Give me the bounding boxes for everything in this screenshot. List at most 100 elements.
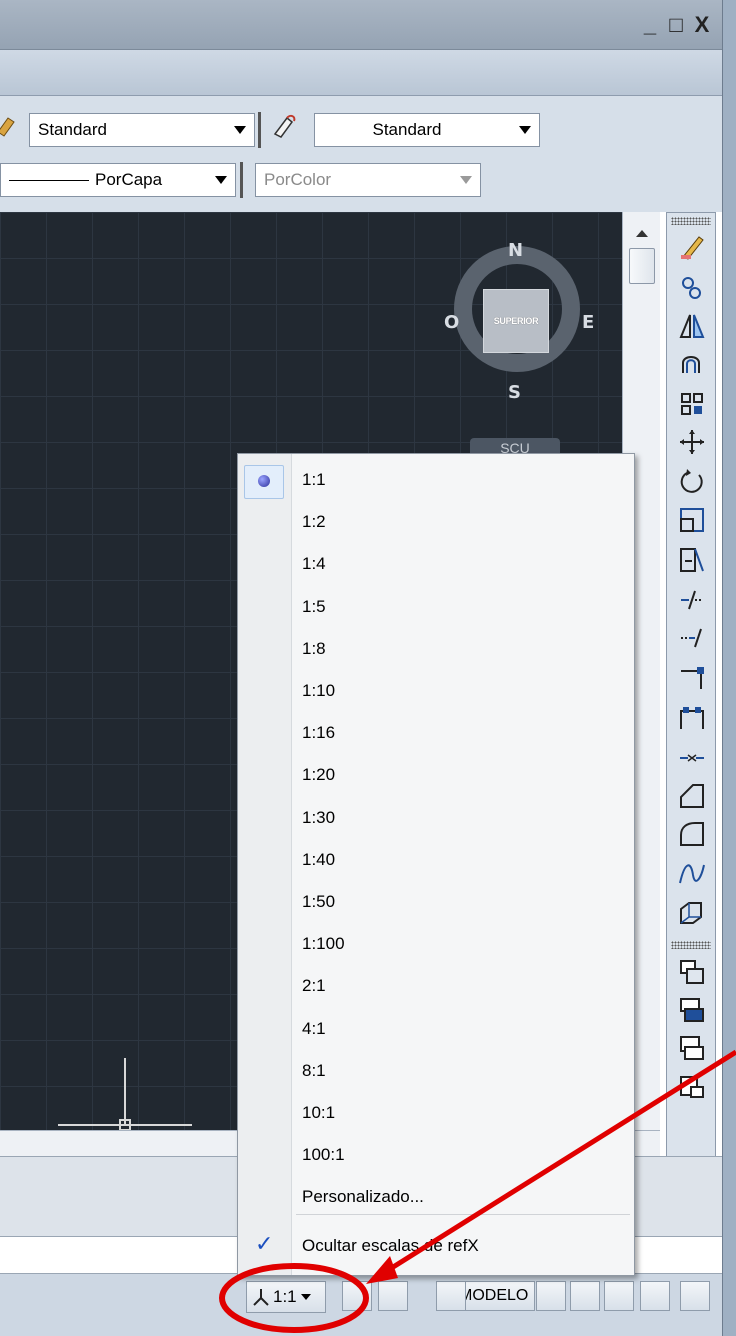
clean-screen-icon[interactable] [680, 1281, 710, 1311]
scale-icon[interactable] [677, 505, 707, 535]
radio-dot-icon [258, 475, 270, 487]
plot-style-select[interactable]: PorColor [255, 163, 481, 197]
plot-style-value: PorColor [264, 170, 332, 189]
menu-item-label: 1:40 [302, 849, 336, 869]
menu-item-label: 1:16 [302, 723, 336, 743]
menu-item-label: 8:1 [302, 1060, 326, 1080]
menu-item-scale[interactable]: 1:16 [238, 713, 634, 755]
check-icon: ✓ [255, 1232, 274, 1257]
break-icon[interactable] [677, 703, 707, 733]
chevron-down-icon [234, 126, 246, 134]
menu-item-scale[interactable]: 1:20 [238, 755, 634, 797]
text-style-icon[interactable] [0, 112, 22, 140]
chamfer-icon[interactable] [677, 781, 707, 811]
linetype-select[interactable]: PorCapa [0, 163, 236, 197]
menu-item-label: Personalizado... [302, 1187, 424, 1207]
scroll-thumb[interactable] [629, 248, 655, 284]
model-space-label: MODELO [459, 1287, 529, 1304]
linetype-value: PorCapa [95, 170, 163, 189]
scroll-up-icon[interactable] [636, 230, 648, 237]
chevron-down-icon [300, 1294, 311, 1300]
restore-button[interactable]: □ [666, 14, 686, 36]
draw-order-front-icon[interactable] [677, 957, 707, 987]
menu-item-label: 1:30 [302, 807, 336, 827]
annotation-scale-icon [253, 1289, 269, 1306]
array-icon[interactable] [677, 389, 707, 419]
menu-item-label: 1:50 [302, 892, 336, 911]
compass-north[interactable]: N [508, 240, 523, 261]
menu-item-scale[interactable]: 1:100 [238, 924, 634, 966]
toolbar-grip[interactable] [671, 217, 711, 225]
mirror-icon[interactable] [677, 311, 707, 341]
workspace-switching-icon[interactable] [436, 1281, 466, 1311]
menu-item-scale[interactable]: 1:30 [238, 798, 634, 840]
menu-item-hide-xref-scales[interactable]: ✓ Ocultar escalas de refX [238, 1226, 634, 1268]
menu-separator [296, 1214, 630, 1215]
menu-item-label: 1:5 [302, 596, 326, 616]
menu-item-label: Ocultar escalas de refX [302, 1236, 479, 1255]
fillet-icon[interactable] [677, 819, 707, 849]
menu-item-scale[interactable]: 10:1 [238, 1093, 634, 1135]
menu-item-scale[interactable]: 1:10 [238, 671, 634, 713]
layout-icon[interactable] [536, 1281, 566, 1311]
menu-item-scale[interactable]: 2:1 [238, 966, 634, 1008]
draw-order-back-icon[interactable] [677, 995, 707, 1025]
move-icon[interactable] [677, 427, 707, 457]
menu-item-scale[interactable]: 1:1 [238, 460, 634, 502]
menu-item-label: 10:1 [302, 1103, 336, 1122]
annotation-scale-button[interactable]: 1:1 [246, 1281, 326, 1313]
lightbulb-icon[interactable] [640, 1281, 670, 1311]
blend-curves-icon[interactable] [677, 859, 707, 889]
menu-item-label: 100:1 [302, 1145, 345, 1165]
text-style-select[interactable]: Standard [29, 113, 255, 147]
stretch-icon[interactable] [677, 545, 707, 575]
menu-item-label: 1:2 [302, 512, 326, 532]
compass-east[interactable]: E [582, 312, 594, 333]
toolbar-divider [258, 112, 261, 148]
title-bar: _ □ X [0, 0, 722, 50]
menu-item-scale[interactable]: 4:1 [238, 1009, 634, 1051]
join-icon[interactable] [677, 743, 707, 773]
menu-item-scale[interactable]: 1:2 [238, 502, 634, 544]
rotate-icon[interactable] [677, 467, 707, 497]
menu-item-scale[interactable]: 1:40 [238, 840, 634, 882]
menu-item-scale[interactable]: 1:4 [238, 544, 634, 586]
trim-icon[interactable] [677, 585, 707, 615]
linetype-preview [9, 179, 89, 181]
menu-item-label: 1:20 [302, 765, 336, 785]
draw-order-above-icon[interactable] [677, 1033, 707, 1063]
erase-icon[interactable] [677, 231, 707, 261]
menu-item-label: 1:8 [302, 638, 326, 658]
menu-item-label: 4:1 [302, 1018, 326, 1038]
menu-item-label: 1:100 [302, 934, 345, 954]
chevron-down-icon [215, 176, 227, 184]
lock-icon[interactable] [604, 1281, 634, 1311]
compass-west[interactable]: O [444, 312, 459, 333]
quick-view-layouts-icon[interactable] [570, 1281, 600, 1311]
ucs-icon-y-axis [124, 1058, 126, 1126]
break-at-point-icon[interactable] [677, 663, 707, 693]
explode-icon[interactable] [677, 897, 707, 927]
properties-toolbar: Standard Standard PorCapa PorColor [0, 96, 722, 212]
menu-item-label: 1:1 [302, 470, 326, 489]
close-button[interactable]: X [692, 14, 712, 36]
menu-item-scale[interactable]: 1:50 [238, 882, 634, 924]
toolbar-grip[interactable] [671, 941, 711, 949]
menu-item-scale[interactable]: 1:5 [238, 587, 634, 629]
extend-icon[interactable] [677, 623, 707, 653]
copy-icon[interactable] [677, 273, 707, 303]
offset-icon[interactable] [677, 349, 707, 379]
auto-add-scales-icon[interactable] [378, 1281, 408, 1311]
minimize-button[interactable]: _ [640, 14, 660, 36]
table-style-select[interactable]: Standard [314, 113, 540, 147]
draw-order-below-icon[interactable] [677, 1071, 707, 1101]
text-style-value: Standard [38, 120, 107, 139]
annotation-visibility-icon[interactable] [342, 1281, 372, 1311]
menu-item-label: 1:4 [302, 554, 326, 574]
compass-south[interactable]: S [508, 382, 521, 403]
viewcube-face[interactable]: SUPERIOR [483, 289, 549, 353]
menu-item-scale[interactable]: 100:1 [238, 1135, 634, 1177]
menu-item-scale[interactable]: 1:8 [238, 629, 634, 671]
menu-item-scale[interactable]: 8:1 [238, 1051, 634, 1093]
table-style-icon[interactable] [270, 112, 298, 140]
